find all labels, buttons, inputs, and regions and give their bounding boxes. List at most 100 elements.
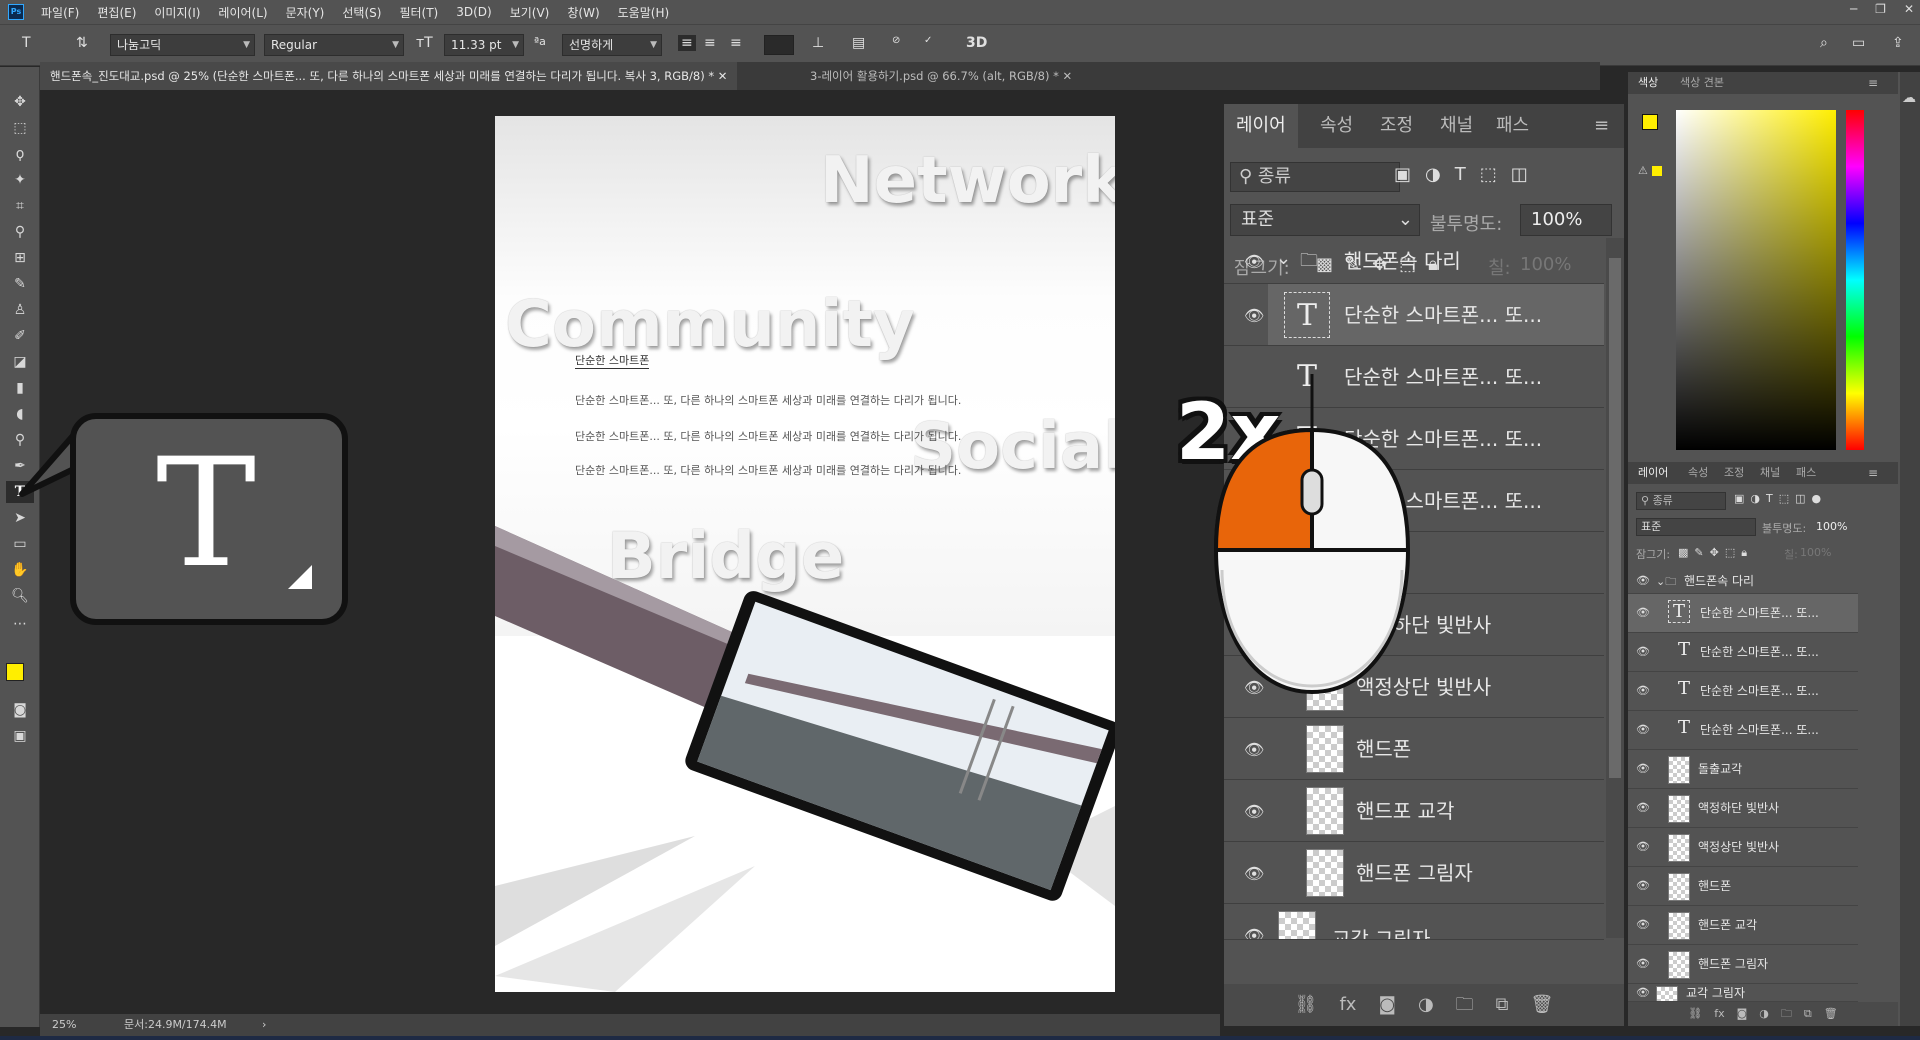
visibility-eye-icon[interactable]: 👁︎ [1636, 957, 1650, 970]
tab-adjustments[interactable]: 조정 [1724, 462, 1744, 484]
antialias-select[interactable]: 선명하게 ▼ [562, 34, 662, 56]
layer-row[interactable]: 👁︎ 핸드폰 그림자 [1224, 842, 1604, 904]
quick-mask-icon[interactable]: ◙ [6, 699, 34, 721]
layer-row[interactable]: 👁︎ 핸드폰 그림자 [1628, 945, 1858, 984]
path-selection-icon[interactable]: ➤ [6, 507, 34, 529]
layer-filter-icons[interactable]: ▣◑T⬚◫● [1734, 492, 1827, 505]
visibility-eye-icon[interactable]: 👁︎ [1636, 840, 1650, 853]
visibility-eye-icon[interactable]: 👁︎ [1636, 762, 1650, 775]
layer-filter-select[interactable]: ⚲ 종류 [1636, 492, 1726, 510]
scrollbar-thumb[interactable] [1609, 258, 1621, 778]
tab-document-1[interactable]: 핸드폰속_진도대교.psd @ 25% (단순한 스마트폰... 또, 다른 하… [40, 62, 738, 90]
hand-tool-icon[interactable]: ✋ [6, 559, 34, 581]
tab-layers[interactable]: 레이어 [1224, 104, 1298, 148]
blend-mode-select[interactable]: 표준 [1636, 518, 1756, 536]
align-right-icon[interactable]: ≡ [730, 35, 742, 51]
photoshop-logo-icon[interactable]: Ps [8, 4, 24, 20]
gamut-swatch[interactable] [1652, 166, 1662, 176]
text-color-swatch[interactable] [764, 35, 794, 55]
tab-paths[interactable]: 패스 [1496, 104, 1529, 148]
visibility-eye-icon[interactable]: 👁︎ [1244, 740, 1264, 759]
menu-view[interactable]: 보기(V) [501, 4, 559, 21]
screen-mode-icon[interactable]: ▣ [6, 725, 34, 747]
visibility-eye-icon[interactable]: 👁︎ [1636, 986, 1650, 999]
hue-slider[interactable] [1846, 110, 1864, 450]
more-tools-icon[interactable]: ⋯ [6, 613, 34, 635]
tab-color[interactable]: 색상 [1638, 72, 1658, 94]
foreground-color-swatch[interactable] [6, 663, 24, 681]
blur-tool-icon[interactable]: ◖ [6, 403, 34, 425]
text-orientation-icon[interactable]: ⇅ [76, 35, 88, 51]
panel-menu-icon[interactable]: ≡ [1594, 104, 1609, 148]
expand-chevron-icon[interactable]: ⌄ [1276, 248, 1291, 269]
tab-paths[interactable]: 패스 [1796, 462, 1816, 484]
tab-swatches[interactable]: 색상 견본 [1680, 72, 1724, 94]
eyedropper-tool-icon[interactable]: ⚲ [6, 221, 34, 243]
trash-icon[interactable]: 🗑︎ [1531, 984, 1554, 1026]
brush-tool-icon[interactable]: ✎ [6, 273, 34, 295]
new-group-icon[interactable]: 🗀 [1781, 1002, 1792, 1026]
stamp-tool-icon[interactable]: ♙ [6, 299, 34, 321]
visibility-eye-icon[interactable]: 👁︎ [1636, 606, 1650, 619]
body-text-3[interactable]: 단순한 스마트폰... 또, 다른 하나의 스마트폰 세상과 미래를 연결하는 … [575, 462, 961, 478]
new-group-icon[interactable]: 🗀 [1456, 984, 1474, 1026]
menu-image[interactable]: 이미지(I) [145, 4, 209, 21]
magic-wand-tool-icon[interactable]: ✦ [6, 169, 34, 191]
link-icon[interactable]: ⛓ [1295, 984, 1318, 1026]
headline-text[interactable]: 단순한 스마트폰 [575, 352, 650, 369]
fill-value[interactable]: 100% [1800, 546, 1831, 559]
menu-layer[interactable]: 레이어(L) [209, 4, 276, 21]
zoom-tool-icon[interactable]: 🔍︎ [6, 585, 34, 607]
layer-row[interactable]: 👁︎ 핸드포 교각 [1224, 780, 1604, 842]
panel-menu-icon[interactable]: ≡ [1868, 72, 1878, 94]
visibility-eye-icon[interactable]: 👁︎ [1636, 574, 1650, 587]
foreground-swatch[interactable] [1642, 114, 1658, 130]
layer-row[interactable]: 👁︎ 교각 그림자 [1224, 904, 1604, 940]
healing-tool-icon[interactable]: ⊞ [6, 247, 34, 269]
marquee-tool-icon[interactable]: ⬚ [6, 117, 34, 139]
gradient-tool-icon[interactable]: ▮ [6, 377, 34, 399]
blend-mode-select[interactable]: 표준 ⌄ [1230, 204, 1420, 236]
character-panel-icon[interactable]: ▤ [852, 35, 865, 51]
visibility-eye-icon[interactable]: 👁︎ [1636, 645, 1650, 658]
warp-text-icon[interactable]: ⊥ [812, 35, 824, 51]
visibility-eye-icon[interactable]: 👁︎ [1636, 879, 1650, 892]
commit-edit-icon[interactable]: ✓ [924, 35, 932, 46]
tab-adjustments[interactable]: 조정 [1380, 104, 1413, 148]
zoom-level[interactable]: 25% [52, 1014, 76, 1036]
history-brush-icon[interactable]: ✐ [6, 325, 34, 347]
body-text-2[interactable]: 단순한 스마트폰... 또, 다른 하나의 스마트폰 세상과 미래를 연결하는 … [575, 428, 961, 444]
link-icon[interactable]: ⛓ [1688, 1002, 1702, 1026]
close-tab-icon[interactable]: ✕ [1063, 69, 1073, 83]
visibility-eye-icon[interactable]: 👁︎ [1244, 926, 1264, 939]
adjustment-icon[interactable]: ◑ [1418, 984, 1434, 1026]
tab-document-2[interactable]: 3-레이어 활용하기.psd @ 66.7% (alt, RGB/8) * ✕ [800, 62, 1082, 90]
panel-menu-icon[interactable]: ≡ [1868, 462, 1878, 484]
close-tab-icon[interactable]: ✕ [718, 69, 728, 83]
visibility-eye-icon[interactable]: 👁︎ [1636, 723, 1650, 736]
body-text-1[interactable]: 단순한 스마트폰... 또, 다른 하나의 스마트폰 세상과 미래를 연결하는 … [575, 392, 961, 408]
visibility-eye-icon[interactable]: 👁︎ [1636, 801, 1650, 814]
layer-row[interactable]: 👁︎ T 단순한 스마트폰... 또... [1628, 633, 1858, 672]
visibility-eye-icon[interactable]: 👁︎ [1636, 684, 1650, 697]
libraries-icon[interactable]: ☁ [1902, 90, 1916, 106]
cancel-edit-icon[interactable]: ⊘ [892, 35, 900, 46]
mask-icon[interactable]: ◙ [1378, 984, 1395, 1026]
menu-window[interactable]: 창(W) [558, 4, 608, 21]
tab-properties[interactable]: 속성 [1320, 104, 1353, 148]
menu-type[interactable]: 문자(Y) [277, 4, 334, 21]
minimize-icon[interactable]: ─ [1850, 2, 1857, 16]
search-icon[interactable]: ⌕ [1820, 35, 1828, 51]
trash-icon[interactable]: 🗑︎ [1824, 1002, 1838, 1026]
adjustment-icon[interactable]: ◑ [1759, 1002, 1769, 1026]
opacity-field[interactable]: 100% [1520, 204, 1612, 236]
layer-row[interactable]: 👁︎ 돌출교각 [1628, 750, 1858, 789]
layer-group-row[interactable]: 👁︎ ⌄🗀 핸드폰속 다리 [1628, 568, 1858, 594]
color-field[interactable] [1676, 110, 1836, 450]
close-icon[interactable]: ✕ [1904, 2, 1914, 16]
tab-properties[interactable]: 속성 [1688, 462, 1708, 484]
font-family-select[interactable]: 나눔고딕 ▼ [110, 34, 255, 56]
visibility-eye-icon[interactable]: 👁︎ [1244, 802, 1264, 821]
opacity-value[interactable]: 100% [1816, 520, 1847, 533]
eraser-tool-icon[interactable]: ◪ [6, 351, 34, 373]
